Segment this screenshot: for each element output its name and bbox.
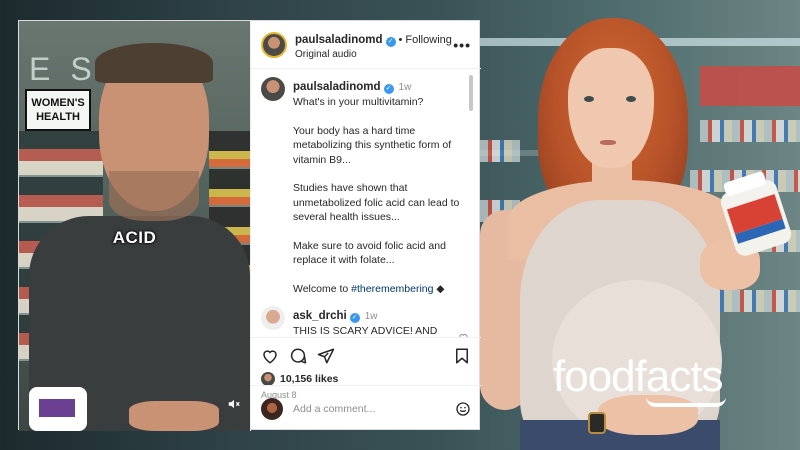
- likes-count[interactable]: 10,156 likes: [280, 373, 338, 385]
- add-comment-bar: Add a comment...: [251, 385, 481, 431]
- post-caption: paulsaladinomd ✓ 1w What's in your multivi…: [261, 77, 471, 296]
- emoji-icon[interactable]: [455, 401, 471, 417]
- post-header: paulsaladinomd ✓ • Following Original audio…: [251, 21, 481, 69]
- audio-label[interactable]: Original audio: [295, 49, 453, 60]
- comment-time[interactable]: 1w: [365, 311, 378, 322]
- video-bottle: [29, 387, 87, 431]
- mouth: [600, 140, 616, 145]
- caption-time[interactable]: 1w: [399, 82, 412, 93]
- man-hair: [95, 43, 213, 83]
- foodfacts-logo-smile: [646, 397, 726, 407]
- caption-username[interactable]: paulsaladinomd: [293, 81, 381, 93]
- eye: [584, 96, 594, 102]
- caption-welcome-text: Welcome to: [293, 282, 349, 295]
- liker-avatar[interactable]: [261, 372, 275, 386]
- comment-icon[interactable]: [289, 347, 307, 365]
- instagram-post-card: ES WOMEN'S HEALTH ACID paulsaladinomd ✓ • F…: [18, 20, 481, 431]
- caption-end-glyph: ◆: [436, 282, 445, 295]
- heart-icon[interactable]: [261, 347, 279, 365]
- author-username[interactable]: paulsaladinomd: [295, 34, 383, 46]
- comment-item: ask_drchi✓ 1w THIS IS SCARY ADVICE! AND N…: [261, 306, 471, 337]
- verified-icon: ✓: [383, 84, 394, 94]
- store-sign: WOMEN'S HEALTH: [25, 89, 91, 131]
- caption-line: Your body has a hard time metabolizing t…: [293, 124, 452, 166]
- comment-text: THIS IS SCARY ADVICE! AND NOT OKAY! Foli…: [293, 325, 438, 337]
- caption-line: Make sure to avoid folic acid and replac…: [293, 239, 446, 267]
- caption-line: Studies have shown that unmetabolized fo…: [293, 182, 460, 223]
- video-caption: ACID: [112, 228, 157, 247]
- caption-author-avatar[interactable]: [261, 77, 285, 101]
- verified-icon: ✓: [385, 36, 396, 47]
- eye: [626, 96, 636, 102]
- following-button[interactable]: Following: [405, 34, 451, 46]
- man-hand: [129, 401, 219, 431]
- foodfacts-logo: foodfacts: [553, 352, 724, 401]
- comments-scrollbar[interactable]: [469, 75, 473, 111]
- author-avatar[interactable]: [261, 31, 287, 58]
- face: [568, 48, 654, 168]
- post-sidebar: paulsaladinomd ✓ • Following Original audio…: [250, 21, 481, 431]
- share-icon[interactable]: [317, 347, 335, 365]
- more-icon[interactable]: •••: [453, 37, 471, 53]
- commenter-avatar[interactable]: [261, 306, 285, 330]
- viewer-avatar: [261, 397, 283, 420]
- man-beard: [109, 171, 199, 221]
- mute-icon[interactable]: [225, 397, 243, 415]
- commenter-username[interactable]: ask_drchi: [293, 310, 347, 322]
- caption-line: What's in your multivitamin?: [293, 96, 424, 108]
- separator-dot: •: [398, 33, 403, 46]
- wristwatch: [588, 412, 606, 434]
- caption-line-hashtag: Welcome to #theremembering ◆: [293, 282, 471, 297]
- comment-input[interactable]: Add a comment...: [293, 403, 455, 415]
- comments-panel[interactable]: paulsaladinomd ✓ 1w What's in your multivi…: [251, 69, 481, 337]
- verified-icon: ✓: [349, 313, 360, 323]
- hashtag-link[interactable]: #theremembering: [351, 283, 433, 295]
- post-video[interactable]: ES WOMEN'S HEALTH ACID: [19, 21, 250, 431]
- bookmark-icon[interactable]: [453, 347, 471, 365]
